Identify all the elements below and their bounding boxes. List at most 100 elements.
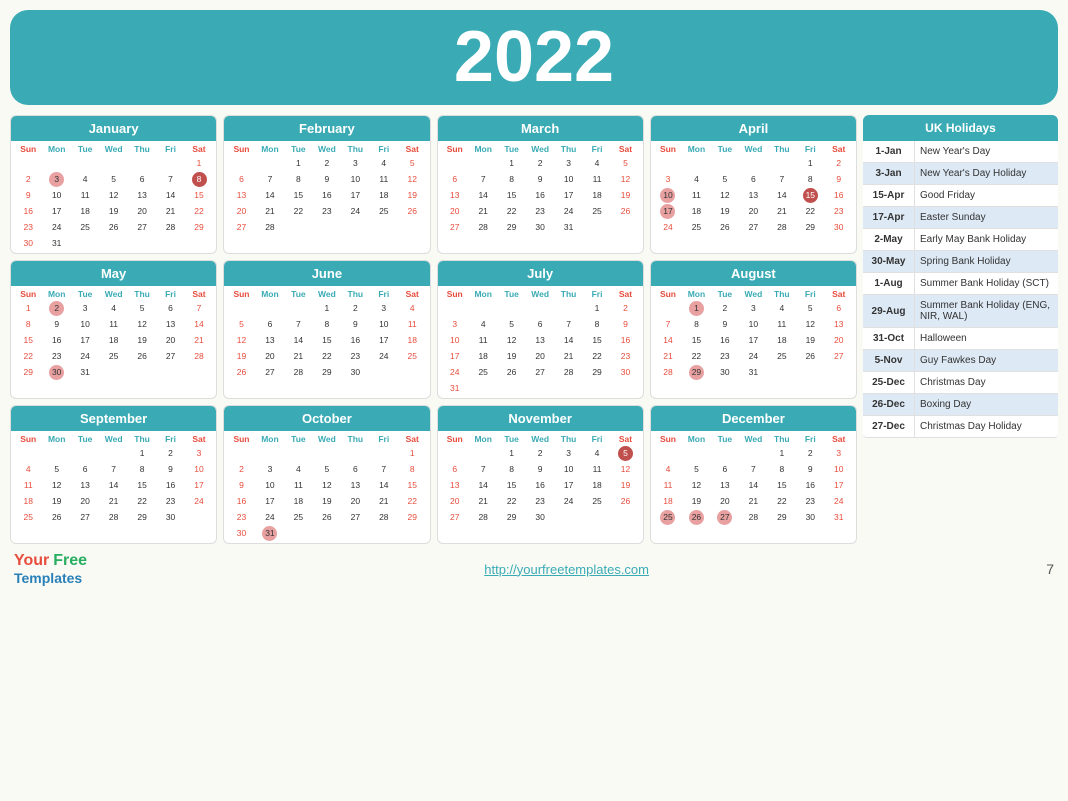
day-cell: 31 — [825, 509, 853, 525]
day-header-sat: Sat — [611, 433, 639, 445]
day-cell: 14 — [739, 477, 767, 493]
day-cell: 25 — [768, 348, 796, 364]
day-header-tue: Tue — [711, 288, 739, 300]
empty-cell — [156, 155, 184, 171]
day-cell: 24 — [370, 348, 398, 364]
day-cell: 5 — [497, 316, 525, 332]
day-cell: 14 — [554, 332, 582, 348]
day-cell: 10 — [441, 332, 469, 348]
day-header-fri: Fri — [583, 143, 611, 155]
day-cell: 26 — [796, 348, 824, 364]
day-cell: 30 — [14, 235, 42, 251]
day-cell: 29 — [497, 509, 525, 525]
month-header: September — [11, 406, 216, 431]
day-cell: 12 — [227, 332, 255, 348]
empty-cell — [711, 445, 739, 461]
day-cell: 21 — [554, 348, 582, 364]
months-row-2: MaySunMonTueWedThuFriSat1234567891011121… — [10, 260, 857, 399]
day-cell: 18 — [654, 493, 682, 509]
day-cell: 10 — [370, 316, 398, 332]
day-header-fri: Fri — [156, 433, 184, 445]
year-title: 2022 — [10, 18, 1058, 97]
day-cell: 8 — [497, 171, 525, 187]
day-cell: 30 — [526, 509, 554, 525]
empty-cell — [42, 155, 70, 171]
day-cell: 13 — [71, 477, 99, 493]
day-cell: 30 — [796, 509, 824, 525]
day-cell: 5 — [711, 171, 739, 187]
day-cell: 11 — [284, 477, 312, 493]
day-header-mon: Mon — [42, 433, 70, 445]
day-cell: 9 — [526, 461, 554, 477]
day-cell: 20 — [441, 493, 469, 509]
month-block-july: JulySunMonTueWedThuFriSat123456789101112… — [437, 260, 644, 399]
day-cell: 20 — [227, 203, 255, 219]
day-cell: 21 — [99, 493, 127, 509]
day-cell: 6 — [128, 171, 156, 187]
day-cell: 14 — [370, 477, 398, 493]
day-header-thu: Thu — [554, 288, 582, 300]
footer: Your Free Templates http://yourfreetempl… — [10, 552, 1058, 586]
day-cell: 9 — [825, 171, 853, 187]
month-block-march: MarchSunMonTueWedThuFriSat12345678910111… — [437, 115, 644, 254]
day-cell: 2 — [526, 445, 554, 461]
day-cell: 13 — [227, 187, 255, 203]
day-cell: 9 — [313, 171, 341, 187]
holiday-date: 1-Jan — [863, 141, 915, 162]
day-cell: 21 — [370, 493, 398, 509]
day-header-thu: Thu — [128, 143, 156, 155]
day-cell: 24 — [71, 348, 99, 364]
day-cell: 28 — [739, 509, 767, 525]
day-header-sat: Sat — [825, 288, 853, 300]
day-cell: 17 — [739, 332, 767, 348]
day-header-tue: Tue — [497, 143, 525, 155]
day-cell: 16 — [526, 477, 554, 493]
days-grid: 1234567891011121314151617181920212223242… — [14, 155, 213, 251]
day-header-sun: Sun — [654, 288, 682, 300]
day-cell: 28 — [99, 509, 127, 525]
day-cell: 18 — [469, 348, 497, 364]
day-cell: 13 — [526, 332, 554, 348]
day-cell: 17 — [42, 203, 70, 219]
month-block-january: JanuarySunMonTueWedThuFriSat123456789101… — [10, 115, 217, 254]
day-cell: 21 — [469, 493, 497, 509]
day-header-sun: Sun — [654, 143, 682, 155]
day-cell: 9 — [14, 187, 42, 203]
month-block-february: FebruarySunMonTueWedThuFriSat12345678910… — [223, 115, 430, 254]
day-cell: 2 — [227, 461, 255, 477]
day-cell: 2 — [611, 300, 639, 316]
holidays-sidebar: UK Holidays 1-JanNew Year's Day3-JanNew … — [863, 115, 1058, 544]
day-header-fri: Fri — [156, 143, 184, 155]
day-cell: 6 — [341, 461, 369, 477]
days-grid: 1234567891011121314151617181920212223242… — [441, 445, 640, 525]
month-block-may: MaySunMonTueWedThuFriSat1234567891011121… — [10, 260, 217, 399]
day-cell: 18 — [682, 203, 710, 219]
day-header-thu: Thu — [128, 433, 156, 445]
day-cell: 12 — [497, 332, 525, 348]
footer-url[interactable]: http://yourfreetemplates.com — [484, 562, 649, 577]
day-cell: 30 — [341, 364, 369, 380]
day-cell: 20 — [256, 348, 284, 364]
day-header-sun: Sun — [441, 433, 469, 445]
day-cell: 17 — [654, 203, 682, 219]
holiday-row: 17-AprEaster Sunday — [863, 207, 1058, 229]
day-header-thu: Thu — [554, 143, 582, 155]
day-cell: 3 — [739, 300, 767, 316]
day-cell: 11 — [654, 477, 682, 493]
day-header-fri: Fri — [370, 143, 398, 155]
holiday-name: Spring Bank Holiday — [915, 251, 1058, 272]
days-grid: 1234567891011121314151617181920212223242… — [654, 445, 853, 525]
day-cell: 20 — [71, 493, 99, 509]
day-cell: 4 — [469, 316, 497, 332]
day-cell: 13 — [825, 316, 853, 332]
month-grid: SunMonTueWedThuFriSat1234567891011121314… — [438, 141, 643, 237]
day-cell: 11 — [99, 316, 127, 332]
day-cell: 30 — [42, 364, 70, 380]
day-cell: 20 — [156, 332, 184, 348]
day-cell: 17 — [441, 348, 469, 364]
day-cell: 2 — [825, 155, 853, 171]
month-block-november: NovemberSunMonTueWedThuFriSat12345678910… — [437, 405, 644, 544]
day-cell: 7 — [185, 300, 213, 316]
day-cell: 11 — [71, 187, 99, 203]
logo-area: Your Free Templates — [14, 552, 87, 586]
